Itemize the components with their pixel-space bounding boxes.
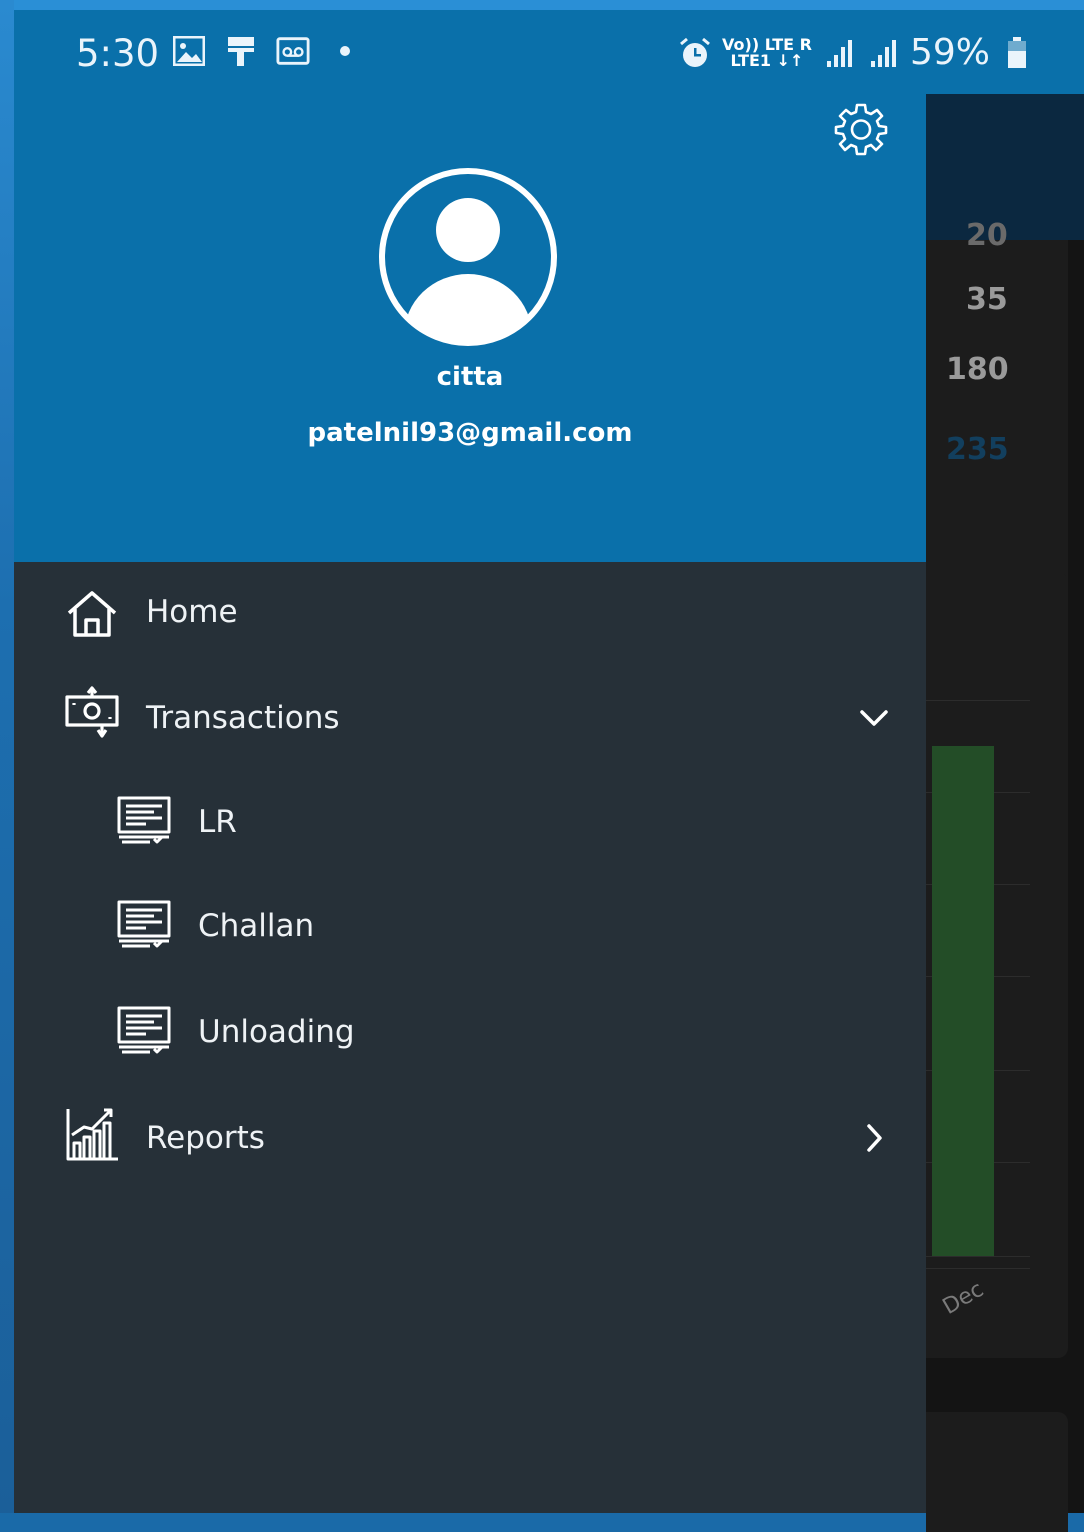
- network-type-indicator: Vo)) LTE R LTE1 ↓↑: [722, 34, 812, 70]
- battery-percentage: 59%: [909, 32, 990, 73]
- gallery-icon: [172, 34, 206, 68]
- battery-icon: [1000, 36, 1034, 70]
- background-value: 35: [966, 282, 1008, 317]
- background-value: 235: [946, 432, 1009, 467]
- settings-button[interactable]: [832, 102, 890, 160]
- alarm-icon: [678, 36, 712, 70]
- chart-gridline: [926, 1256, 1030, 1257]
- device-frame-left: [0, 0, 14, 1513]
- drawer-header: citta patelnil93@gmail.com: [14, 94, 926, 562]
- status-icons-right: Vo)) LTE R LTE1 ↓↑ 59%: [678, 32, 1034, 73]
- status-bar: 5:30 Vo)) LTE R LTE1 ↓↑ 59%: [14, 10, 1084, 94]
- menu-label-transactions: Transactions: [146, 700, 340, 736]
- menu-item-transactions[interactable]: Transactions: [14, 666, 926, 766]
- paint-roller-icon: [224, 34, 258, 68]
- chart-gridline: [926, 1268, 1030, 1269]
- menu-label-unloading: Unloading: [198, 1014, 355, 1050]
- menu-item-challan[interactable]: Challan: [14, 878, 926, 978]
- background-card: [926, 1412, 1068, 1532]
- status-time: 5:30: [76, 32, 160, 75]
- chevron-right-icon[interactable]: [856, 1120, 892, 1156]
- menu-item-lr[interactable]: LR: [14, 772, 926, 872]
- document-list-icon: [116, 896, 172, 952]
- chevron-down-icon[interactable]: [856, 700, 892, 736]
- menu-item-home[interactable]: Home: [14, 562, 926, 662]
- money-transfer-icon: [64, 684, 120, 740]
- status-icons-left: [172, 34, 362, 68]
- chart-gridline: [926, 700, 1030, 701]
- user-email: patelnil93@gmail.com: [307, 418, 633, 448]
- device-frame-top: [0, 0, 1084, 10]
- avatar[interactable]: [377, 166, 559, 348]
- dot-icon: [328, 34, 362, 68]
- menu-item-unloading[interactable]: Unloading: [14, 982, 926, 1082]
- document-list-icon: [116, 1002, 172, 1058]
- user-name: citta: [436, 362, 504, 392]
- bar-chart-icon: [64, 1106, 120, 1162]
- signal-roaming-icon: [822, 36, 856, 70]
- voicemail-icon: [276, 34, 310, 68]
- menu-label-lr: LR: [198, 804, 237, 840]
- navigation-drawer: citta patelnil93@gmail.com Home Transact…: [14, 94, 926, 1513]
- signal-icon: [866, 36, 900, 70]
- gear-icon: [833, 101, 889, 161]
- menu-item-reports[interactable]: Reports: [14, 1088, 926, 1188]
- menu-label-challan: Challan: [198, 908, 315, 944]
- menu-label-reports: Reports: [146, 1120, 265, 1156]
- menu-label-home: Home: [146, 594, 238, 630]
- home-icon: [64, 586, 120, 642]
- background-chart-bar: [932, 746, 994, 1256]
- background-value: 180: [946, 352, 1009, 387]
- background-app: 20 35 180 235 Dec: [926, 94, 1084, 1532]
- background-values-card: 20 35 180 235: [926, 218, 1068, 612]
- background-partial-value: 20: [966, 218, 1008, 253]
- document-list-icon: [116, 792, 172, 848]
